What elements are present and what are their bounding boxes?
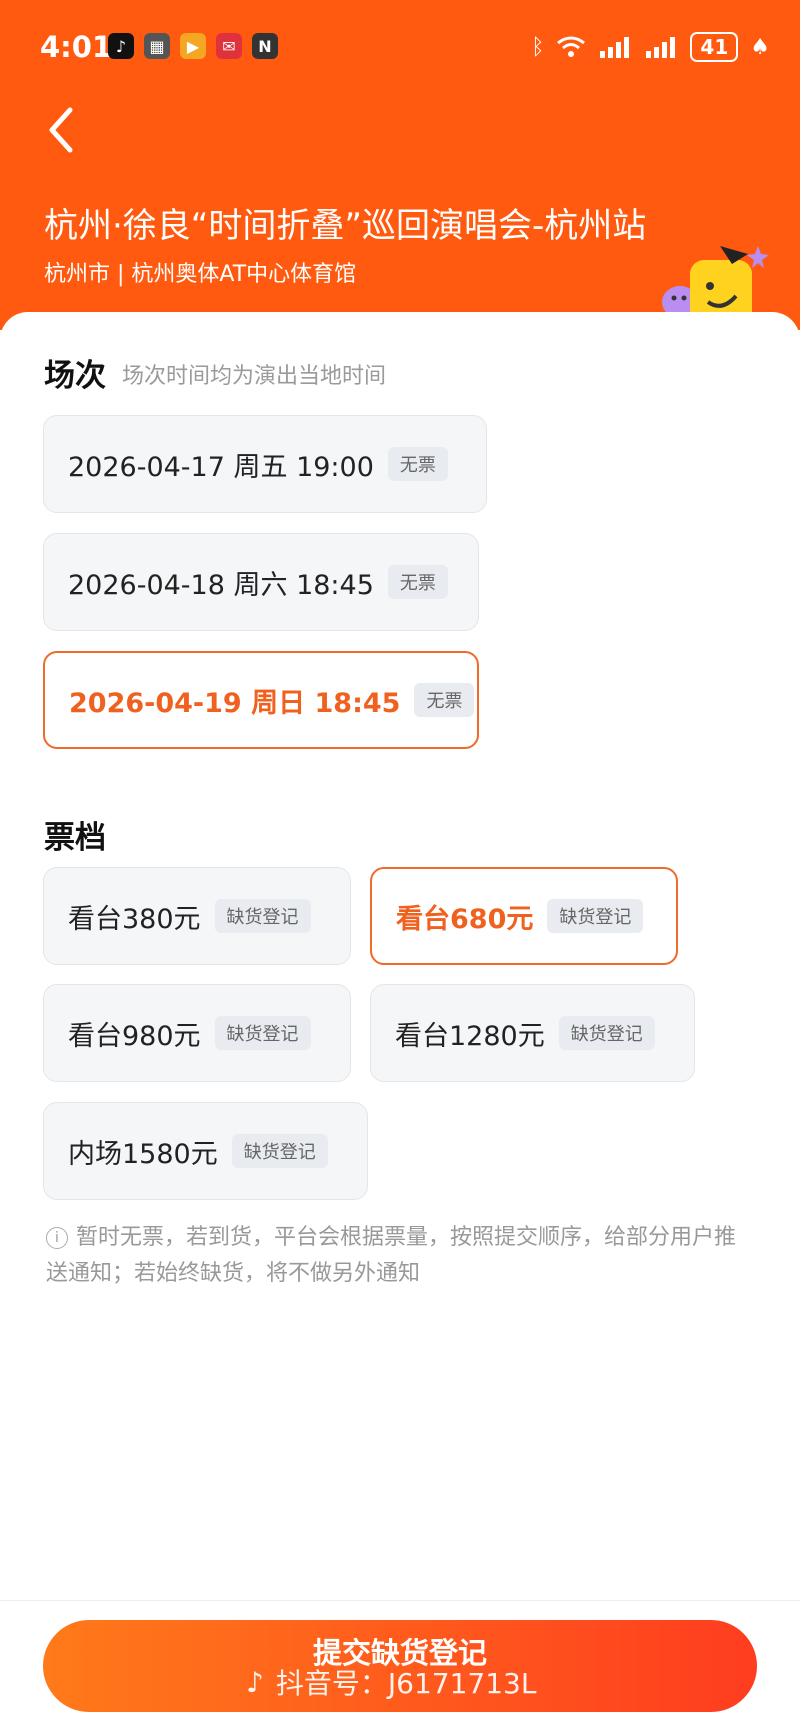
tier-label: 看台980元: [68, 1020, 201, 1052]
chevron-left-icon: [49, 107, 73, 153]
bluetooth-icon: ᛒ: [531, 34, 545, 60]
waitlist-badge: 缺货登记: [231, 1134, 328, 1168]
signal-icon-2: [646, 37, 676, 58]
tiktok-logo-icon: ♪: [246, 1665, 264, 1699]
mail-app-icon: ✉: [216, 33, 242, 59]
waitlist-badge: 缺货登记: [547, 899, 644, 933]
info-icon: i: [46, 1227, 68, 1249]
play-app-icon: ▶: [180, 33, 206, 59]
leaf-icon: ♠: [750, 34, 770, 60]
tiers-title: 票档: [44, 820, 106, 856]
session-option[interactable]: 2026-04-17 周五 19:00 无票: [43, 415, 487, 513]
wifi-icon: [557, 36, 586, 57]
sessions-hint: 场次时间均为演出当地时间: [122, 364, 387, 389]
session-label: 2026-04-17 周五 19:00: [68, 451, 374, 483]
waitlist-badge: 缺货登记: [214, 1016, 311, 1050]
tier-label: 看台380元: [68, 903, 201, 935]
watermark-text: 抖音号：J6171713L: [275, 1667, 537, 1700]
waitlist-badge: 缺货登记: [214, 899, 311, 933]
session-option[interactable]: 2026-04-18 周六 18:45 无票: [43, 533, 479, 631]
event-venue: 杭州市 | 杭州奥体AT中心体育馆: [44, 262, 357, 287]
sessions-title: 场次: [44, 358, 106, 394]
status-indicators: ᛒ 41 ♠: [531, 32, 770, 62]
waitlist-notice: i 暂时无票，若到货，平台会根据票量，按照提交顺序，给部分用户推送通知；若始终缺货…: [46, 1220, 756, 1292]
event-title: 杭州·徐良“时间折叠”巡回演唱会-杭州站: [44, 206, 647, 246]
back-button[interactable]: [42, 102, 82, 158]
tiktok-icon: ♪: [108, 33, 134, 59]
photo-app-icon: ▦: [144, 33, 170, 59]
status-time: 4:01: [40, 30, 113, 64]
waitlist-badge: 缺货登记: [558, 1016, 655, 1050]
status-app-icons: ♪ ▦ ▶ ✉ N: [108, 33, 278, 59]
ticket-tier-option[interactable]: 看台680元 缺货登记: [370, 867, 678, 965]
ticket-tier-option[interactable]: 看台980元 缺货登记: [43, 984, 351, 1082]
session-label: 2026-04-18 周六 18:45: [68, 569, 374, 601]
session-option[interactable]: 2026-04-19 周日 18:45 无票: [43, 651, 479, 749]
session-label: 2026-04-19 周日 18:45: [69, 687, 401, 719]
status-bar: 4:01 ♪ ▦ ▶ ✉ N ᛒ 41 ♠: [0, 0, 800, 92]
tier-label: 内场1580元: [68, 1138, 218, 1170]
notice-text: 暂时无票，若到货，平台会根据票量，按照提交顺序，给部分用户推送通知；若始终缺货，…: [46, 1225, 737, 1286]
no-ticket-badge: 无票: [387, 447, 448, 481]
footer-divider: [0, 1600, 800, 1601]
battery-indicator: 41: [690, 32, 739, 62]
no-ticket-badge: 无票: [387, 565, 448, 599]
tier-label: 看台1280元: [395, 1020, 545, 1052]
nfc-icon: N: [252, 33, 278, 59]
ticket-tier-option[interactable]: 内场1580元 缺货登记: [43, 1102, 368, 1200]
ticket-tier-option[interactable]: 看台380元 缺货登记: [43, 867, 351, 965]
signal-icon: [600, 37, 630, 58]
no-ticket-badge: 无票: [414, 683, 475, 717]
tier-label: 看台680元: [396, 903, 534, 935]
douyin-watermark: ♪ 抖音号：J6171713L: [246, 1662, 536, 1702]
ticket-tier-option[interactable]: 看台1280元 缺货登记: [370, 984, 695, 1082]
